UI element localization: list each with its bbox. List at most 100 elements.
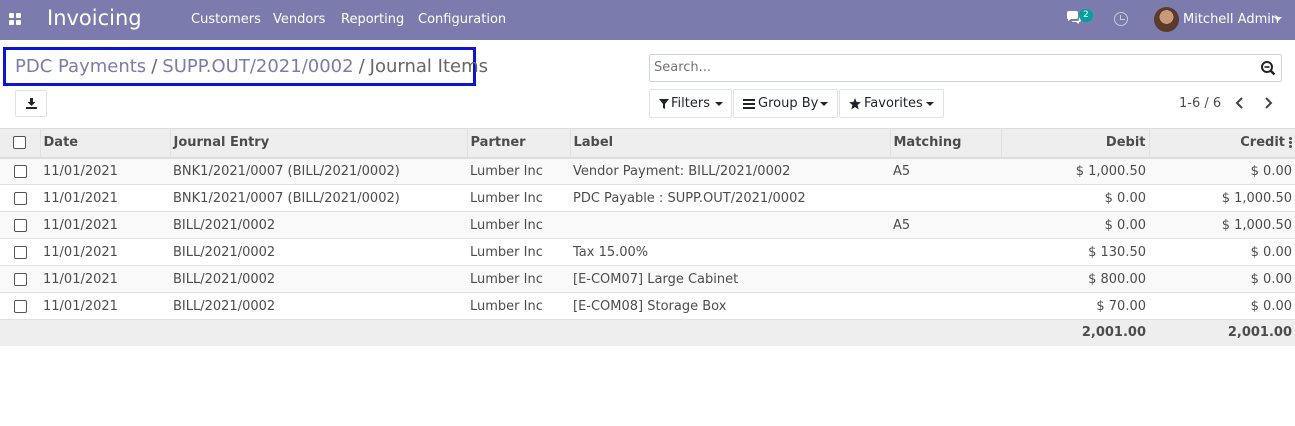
cell-label: Vendor Payment: BILL/2021/0002 (570, 157, 890, 185)
chevron-down-icon (1274, 17, 1282, 21)
group-by-button[interactable]: Group By (733, 89, 838, 118)
cell-date: 11/01/2021 (40, 292, 170, 320)
total-credit: 2,001.00 (1149, 319, 1295, 346)
column-header-matching[interactable]: Matching (890, 128, 1002, 159)
cell-credit: $ 1,000.50 (1149, 184, 1295, 212)
menu-vendors[interactable]: Vendors (273, 12, 325, 27)
row-checkbox[interactable] (0, 211, 40, 239)
column-header-label[interactable]: Label (570, 128, 891, 159)
search-icon[interactable] (1260, 60, 1276, 80)
row-checkbox[interactable] (0, 292, 40, 320)
cell-partner: Lumber Inc (467, 211, 570, 239)
cell-journal-entry: BILL/2021/0002 (170, 292, 467, 320)
column-header-date[interactable]: Date (40, 128, 171, 159)
cell-label: [E-COM08] Storage Box (570, 292, 890, 320)
cell-date: 11/01/2021 (40, 184, 170, 212)
table-row[interactable]: 11/01/2021 BILL/2021/0002 Lumber Inc [E-COM… (0, 265, 1295, 293)
cell-partner: Lumber Inc (467, 292, 570, 320)
pager-previous-icon[interactable] (1235, 96, 1245, 110)
table-row[interactable]: 11/01/2021 BILL/2021/0002 Lumber Inc Tax 15… (0, 238, 1295, 266)
cell-matching: A5 (890, 211, 1001, 239)
cell-debit: $ 130.50 (1001, 238, 1149, 266)
cell-partner: Lumber Inc (467, 265, 570, 293)
messages-badge: 2 (1079, 9, 1093, 22)
breadcrumb-pdc-payments[interactable]: PDC Payments (15, 56, 146, 77)
journal-items-table: Date Journal Entry Partner Label Matchin… (0, 128, 1295, 346)
menu-configuration[interactable]: Configuration (418, 12, 506, 27)
cell-credit: $ 0.00 (1149, 265, 1295, 293)
chevron-down-icon (715, 102, 723, 106)
filters-button[interactable]: Filters (649, 89, 732, 118)
menu-reporting[interactable]: Reporting (341, 12, 404, 27)
pager-next-icon[interactable] (1263, 96, 1273, 110)
cell-matching: A5 (890, 157, 1001, 185)
cell-date: 11/01/2021 (40, 265, 170, 293)
cell-journal-entry: BILL/2021/0002 (170, 238, 467, 266)
chevron-down-icon (926, 102, 934, 106)
app-title[interactable]: Invoicing (47, 6, 142, 30)
total-debit: 2,001.00 (1001, 319, 1149, 346)
select-all-checkbox[interactable] (0, 128, 41, 159)
cell-credit: $ 0.00 (1149, 292, 1295, 320)
optional-columns-icon[interactable] (1289, 137, 1292, 149)
cell-journal-entry: BNK1/2021/0007 (BILL/2021/0002) (170, 157, 467, 185)
cell-debit: $ 0.00 (1001, 184, 1149, 212)
cell-debit: $ 0.00 (1001, 211, 1149, 239)
cell-date: 11/01/2021 (40, 211, 170, 239)
search-input[interactable] (654, 60, 1244, 75)
breadcrumb: PDC Payments / SUPP.OUT/2021/0002/Journal … (15, 56, 488, 77)
row-checkbox[interactable] (0, 265, 40, 293)
star-icon (849, 98, 861, 110)
download-button[interactable] (15, 90, 47, 117)
menu-customers[interactable]: Customers (191, 12, 261, 27)
cell-credit: $ 1,000.50 (1149, 211, 1295, 239)
table-row[interactable]: 11/01/2021 BILL/2021/0002 Lumber Inc A5 $ 0.… (0, 211, 1295, 239)
download-icon (26, 98, 37, 109)
column-header-credit-label: Credit (1240, 135, 1285, 151)
cell-matching (890, 238, 1001, 266)
cell-matching (890, 265, 1001, 293)
table-row[interactable]: 11/01/2021 BILL/2021/0002 Lumber Inc [E-COM… (0, 292, 1295, 320)
breadcrumb-current: Journal Items (369, 56, 488, 77)
row-checkbox[interactable] (0, 238, 40, 266)
breadcrumb-separator: / (358, 56, 365, 77)
cell-journal-entry: BNK1/2021/0007 (BILL/2021/0002) (170, 184, 467, 212)
cell-matching (890, 292, 1001, 320)
table-row[interactable]: 11/01/2021 BNK1/2021/0007 (BILL/2021/0002… (0, 157, 1295, 185)
cell-journal-entry: BILL/2021/0002 (170, 211, 467, 239)
cell-label: [E-COM07] Large Cabinet (570, 265, 890, 293)
pager-value[interactable]: 1-6 / 6 (1179, 96, 1221, 111)
favorites-label: Favorites (864, 96, 923, 111)
apps-menu-icon[interactable] (9, 13, 21, 25)
column-header-partner[interactable]: Partner (467, 128, 571, 159)
cell-label: Tax 15.00% (570, 238, 890, 266)
cell-label: PDC Payable : SUPP.OUT/2021/0002 (570, 184, 890, 212)
cell-date: 11/01/2021 (40, 157, 170, 185)
cell-partner: Lumber Inc (467, 157, 570, 185)
totals-row: 2,001.00 2,001.00 (0, 319, 1295, 346)
cell-credit: $ 0.00 (1149, 157, 1295, 185)
cell-journal-entry: BILL/2021/0002 (170, 265, 467, 293)
favorites-button[interactable]: Favorites (839, 89, 944, 118)
row-checkbox[interactable] (0, 157, 40, 185)
cell-matching (890, 184, 1001, 212)
user-menu[interactable]: Mitchell Admin (1183, 12, 1279, 27)
row-checkbox[interactable] (0, 184, 40, 212)
list-icon (743, 99, 755, 109)
cell-debit: $ 800.00 (1001, 265, 1149, 293)
breadcrumb-payment[interactable]: SUPP.OUT/2021/0002 (162, 56, 353, 77)
column-header-journal-entry[interactable]: Journal Entry (170, 128, 468, 159)
filters-label: Filters (671, 96, 710, 111)
cell-label (570, 211, 890, 239)
cell-partner: Lumber Inc (467, 184, 570, 212)
table-row[interactable]: 11/01/2021 BNK1/2021/0007 (BILL/2021/0002… (0, 184, 1295, 212)
cell-partner: Lumber Inc (467, 238, 570, 266)
activity-clock-icon[interactable] (1114, 12, 1128, 26)
column-header-debit[interactable]: Debit (1001, 128, 1150, 159)
cell-debit: $ 70.00 (1001, 292, 1149, 320)
user-avatar[interactable] (1154, 7, 1179, 32)
table-header-row: Date Journal Entry Partner Label Matchin… (0, 128, 1295, 159)
cell-debit: $ 1,000.50 (1001, 157, 1149, 185)
cell-date: 11/01/2021 (40, 238, 170, 266)
column-header-credit[interactable]: Credit (1149, 128, 1295, 159)
